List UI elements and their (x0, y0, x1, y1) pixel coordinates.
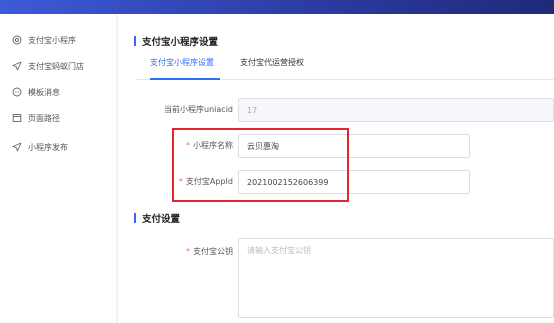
required-mark: * (186, 247, 190, 256)
miniprogram-name-field[interactable]: 云贝惠淘 (238, 134, 470, 158)
pay-settings-title-text: 支付设置 (142, 214, 181, 225)
uniacid-label: 当前小程序uniacid (164, 105, 233, 114)
sidebar-item-label: 小程序发布 (28, 142, 68, 152)
sidebar-item-alipay-store[interactable]: 支付宝蚂蚁门店 (12, 58, 84, 74)
page-icon (12, 113, 22, 123)
required-mark: * (178, 177, 183, 186)
sidebar-item-page-path[interactable]: 页面路径 (12, 110, 60, 126)
sidebar: 支付宝小程序 支付宝蚂蚁门店 模板消息 页面路径 小程序发布 (0, 14, 116, 323)
alipay-appid-label: * 支付宝AppId (178, 177, 233, 186)
alipay-appid-field[interactable]: 2021002152606399 (238, 170, 470, 194)
tab-alipay-miniprogram-settings[interactable]: 支付宝小程序设置 (150, 57, 214, 68)
pay-settings-title: 支付设置 (134, 211, 180, 225)
page-title-text: 支付宝小程序设置 (142, 37, 219, 48)
required-mark: * (186, 141, 190, 150)
active-tab-indicator (150, 78, 220, 80)
sidebar-item-label: 支付宝蚂蚁门店 (28, 61, 84, 71)
sidebar-item-template-message[interactable]: 模板消息 (12, 84, 60, 100)
send-icon (12, 61, 22, 71)
uniacid-field[interactable]: 17 (238, 98, 554, 122)
sidebar-item-miniprogram-publish[interactable]: 小程序发布 (12, 139, 68, 155)
send-icon (12, 142, 22, 152)
title-accent-bar (134, 36, 136, 46)
top-navigation-bar (0, 0, 554, 14)
message-icon (12, 87, 22, 97)
target-icon (12, 35, 22, 45)
sidebar-item-alipay-miniprogram[interactable]: 支付宝小程序 (12, 32, 76, 48)
tab-alipay-operation-auth[interactable]: 支付宝代运营授权 (240, 57, 304, 68)
page-title: 支付宝小程序设置 (134, 34, 218, 48)
alipay-public-key-label: * 支付宝公钥 (186, 247, 233, 256)
sidebar-item-label: 支付宝小程序 (28, 35, 76, 45)
alipay-public-key-textarea[interactable]: 请输入支付宝公钥 (238, 238, 554, 318)
title-accent-bar (134, 213, 136, 223)
sidebar-item-label: 页面路径 (28, 113, 60, 123)
miniprogram-name-label: * 小程序名称 (186, 141, 233, 150)
sidebar-item-label: 模板消息 (28, 87, 60, 97)
